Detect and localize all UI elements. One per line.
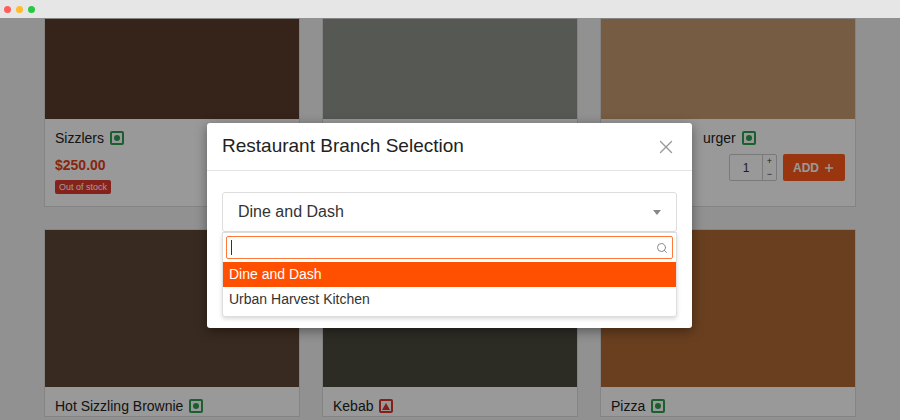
select-value: Dine and Dash: [238, 200, 344, 224]
branch-option[interactable]: Urban Harvest Kitchen: [223, 287, 676, 312]
window-dot[interactable]: [4, 6, 11, 13]
branch-option[interactable]: Dine and Dash: [223, 262, 676, 287]
search-input[interactable]: [226, 236, 673, 259]
branch-select[interactable]: Dine and Dash: [222, 192, 677, 232]
modal-title: Restaurant Branch Selection: [222, 132, 464, 161]
branch-modal: Restaurant Branch Selection Dine and Dash…: [207, 123, 692, 328]
page: Sizzlers$250.00Out of stockurger1+−ADDHo…: [0, 18, 900, 420]
window-dot[interactable]: [28, 6, 35, 13]
modal-header: Restaurant Branch Selection: [207, 123, 692, 171]
window-dot[interactable]: [16, 6, 23, 13]
browser-bar: [0, 0, 900, 18]
caret-icon: [653, 210, 661, 215]
screen: Sizzlers$250.00Out of stockurger1+−ADDHo…: [0, 0, 900, 420]
close-icon[interactable]: [655, 136, 677, 158]
search-icon: [656, 242, 668, 254]
select-dropdown: Dine and DashUrban Harvest Kitchen: [222, 232, 677, 317]
